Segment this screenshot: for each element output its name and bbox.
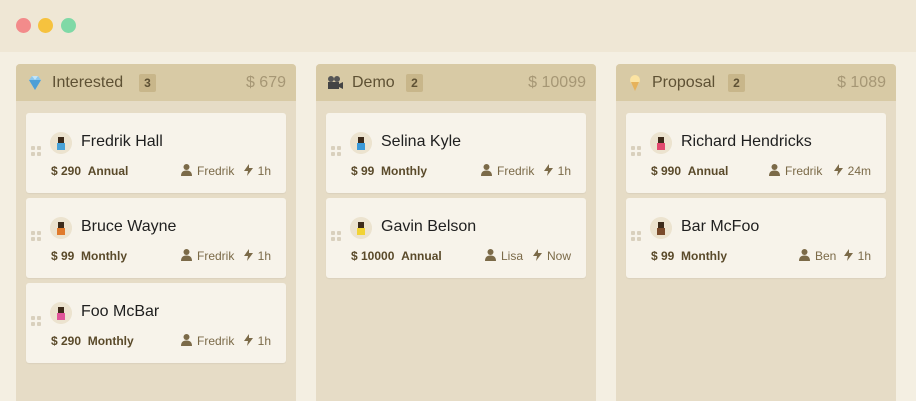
last-activity: 24m <box>833 164 871 178</box>
drag-handle[interactable] <box>31 316 41 330</box>
bolt-icon <box>243 164 253 176</box>
deal-card[interactable]: Bruce Wayne $ 99 Monthly Fredrik 1h <box>26 198 286 278</box>
last-activity: 1h <box>243 164 271 178</box>
last-activity: 1h <box>843 249 871 263</box>
contact-name: Bruce Wayne <box>81 218 177 235</box>
last-activity: Now <box>532 249 571 263</box>
character-avatar-icon <box>50 217 72 239</box>
close-window-button[interactable] <box>16 18 31 33</box>
ice-cream-icon <box>630 75 640 91</box>
last-activity: 1h <box>243 334 271 348</box>
column-interested: Interested 3 $ 679 Fredrik Hall $ 290 An… <box>16 64 296 401</box>
deal-card[interactable]: Bar McFoo $ 99 Monthly Ben 1h <box>626 198 886 278</box>
assignee: Fredrik <box>481 164 534 178</box>
window-titlebar <box>0 0 916 52</box>
deal-price: $ 990 Annual <box>651 164 729 178</box>
column-header[interactable]: Proposal 2 $ 1089 <box>616 64 896 101</box>
character-avatar-icon <box>650 132 672 154</box>
drag-handle[interactable] <box>631 146 641 160</box>
person-icon <box>485 249 496 261</box>
assignee: Lisa <box>485 249 523 263</box>
character-avatar-icon <box>50 302 72 324</box>
deal-price: $ 99 Monthly <box>651 249 728 263</box>
diamond-icon <box>29 76 41 90</box>
character-avatar-icon <box>650 217 672 239</box>
deal-card[interactable]: Richard Hendricks $ 990 Annual Fredrik 2… <box>626 113 886 193</box>
column-proposal: Proposal 2 $ 1089 Richard Hendricks $ 99… <box>616 64 896 401</box>
assignee: Fredrik <box>181 249 234 263</box>
deal-price: $ 290 Annual <box>51 164 129 178</box>
deal-price: $ 99 Monthly <box>351 164 428 178</box>
person-icon <box>799 249 810 261</box>
character-avatar-icon <box>350 132 372 154</box>
deal-price: $ 290 Monthly <box>51 334 134 348</box>
minimize-window-button[interactable] <box>38 18 53 33</box>
contact-name: Selina Kyle <box>381 133 462 150</box>
person-icon <box>181 334 192 346</box>
bolt-icon <box>543 164 553 176</box>
contact-name: Richard Hendricks <box>681 133 812 150</box>
person-icon <box>181 164 192 176</box>
column-total: $ 1089 <box>837 74 886 91</box>
deal-card[interactable]: Fredrik Hall $ 290 Annual Fredrik 1h <box>26 113 286 193</box>
deal-price: $ 10000 Annual <box>351 249 442 263</box>
person-icon <box>481 164 492 176</box>
assignee: Fredrik <box>181 334 234 348</box>
zoom-window-button[interactable] <box>61 18 76 33</box>
bolt-icon <box>843 249 853 261</box>
bolt-icon <box>833 164 843 176</box>
bolt-icon <box>243 249 253 261</box>
column-header[interactable]: Demo 2 $ 10099 <box>316 64 596 101</box>
film-camera-icon <box>328 76 343 89</box>
column-demo: Demo 2 $ 10099 Selina Kyle $ 99 Monthly … <box>316 64 596 401</box>
contact-name: Gavin Belson <box>381 218 477 235</box>
last-activity: 1h <box>543 164 571 178</box>
count-badge: 2 <box>406 74 423 92</box>
drag-handle[interactable] <box>31 146 41 160</box>
bolt-icon <box>532 249 542 261</box>
column-title: Demo <box>352 74 395 91</box>
column-title: Proposal <box>652 74 716 91</box>
character-avatar-icon <box>50 132 72 154</box>
drag-handle[interactable] <box>31 231 41 245</box>
drag-handle[interactable] <box>331 231 341 245</box>
count-badge: 3 <box>139 74 156 92</box>
contact-name: Bar McFoo <box>681 218 760 235</box>
last-activity: 1h <box>243 249 271 263</box>
person-icon <box>769 164 780 176</box>
count-badge: 2 <box>728 74 745 92</box>
column-total: $ 10099 <box>528 74 586 91</box>
deal-card[interactable]: Selina Kyle $ 99 Monthly Fredrik 1h <box>326 113 586 193</box>
column-total: $ 679 <box>245 74 286 91</box>
bolt-icon <box>243 334 253 346</box>
assignee: Ben <box>799 249 836 263</box>
character-avatar-icon <box>350 217 372 239</box>
contact-name: Fredrik Hall <box>81 133 163 150</box>
assignee: Fredrik <box>181 164 234 178</box>
drag-handle[interactable] <box>631 231 641 245</box>
drag-handle[interactable] <box>331 146 341 160</box>
assignee: Fredrik <box>769 164 822 178</box>
contact-name: Foo McBar <box>81 303 160 320</box>
kanban-board: Interested 3 $ 679 Fredrik Hall $ 290 An… <box>0 52 916 401</box>
deal-price: $ 99 Monthly <box>51 249 128 263</box>
deal-card[interactable]: Foo McBar $ 290 Monthly Fredrik 1h <box>26 283 286 363</box>
column-header[interactable]: Interested 3 $ 679 <box>16 64 296 101</box>
deal-card[interactable]: Gavin Belson $ 10000 Annual Lisa Now <box>326 198 586 278</box>
person-icon <box>181 249 192 261</box>
column-title: Interested <box>52 74 124 91</box>
